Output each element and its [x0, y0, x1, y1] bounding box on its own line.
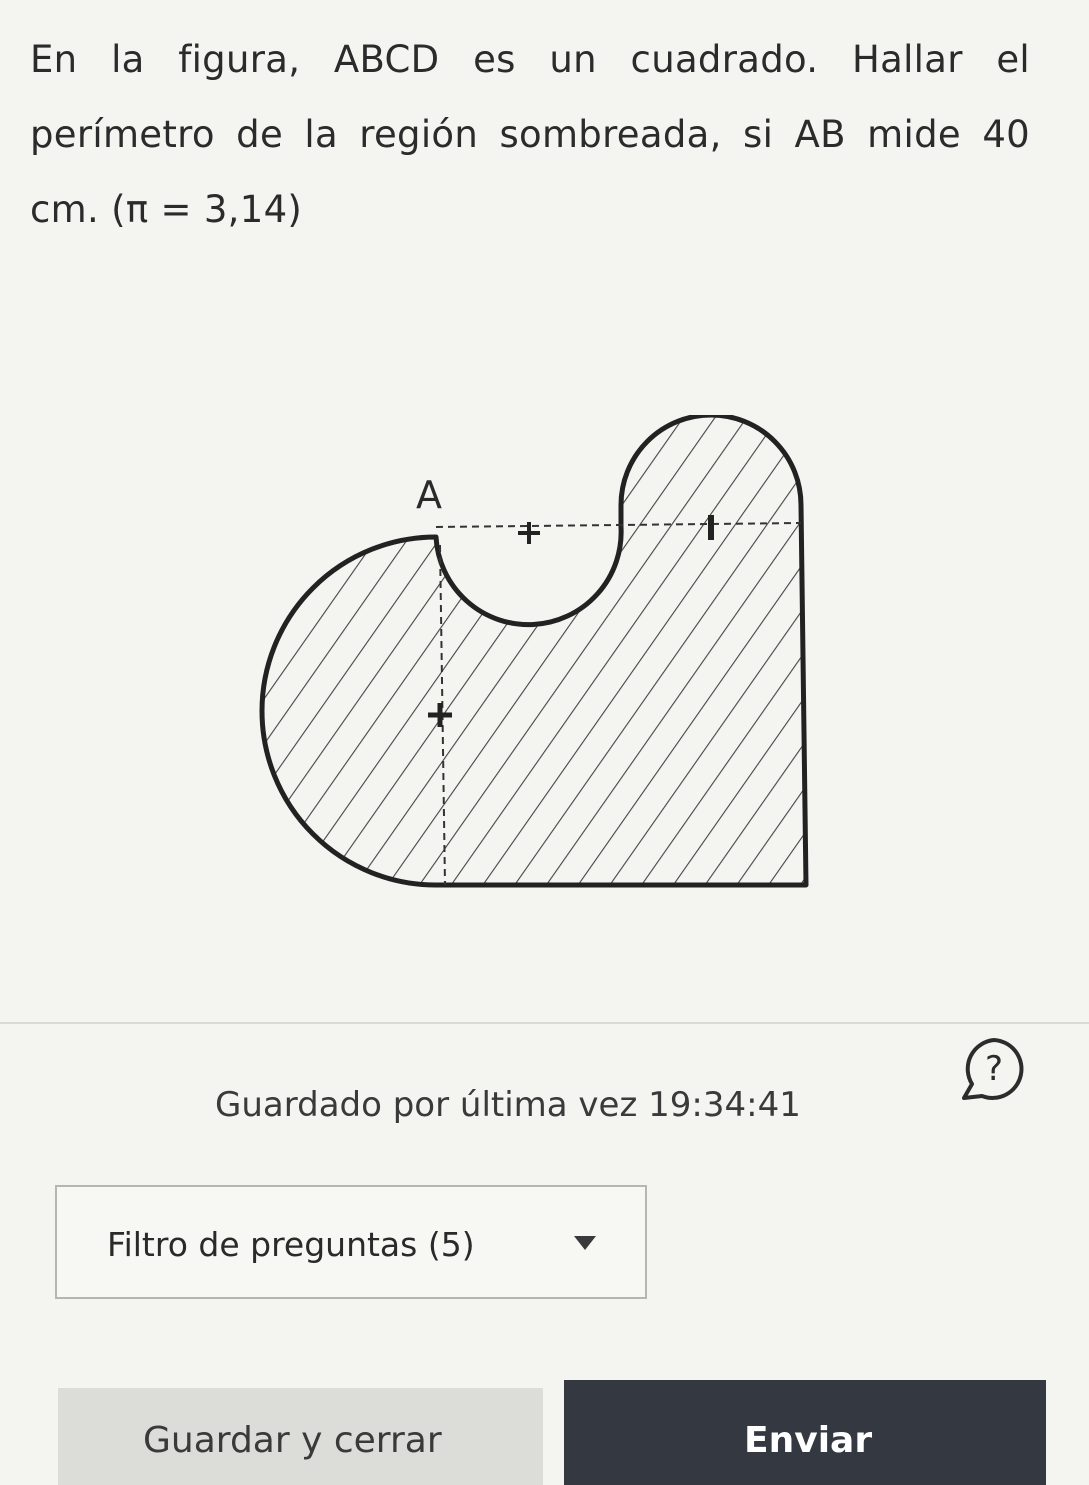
question-text: En la figura, ABCD es un cuadrado. Halla…: [30, 38, 1030, 231]
divider: [0, 1022, 1089, 1024]
saved-label: Guardado por última vez: [215, 1085, 638, 1125]
shaded-region-diagram: A: [259, 415, 809, 888]
submit-label: Enviar: [744, 1420, 873, 1461]
geometry-figure: A: [240, 415, 820, 905]
vertex-label-a: A: [416, 473, 442, 517]
caret-down-icon: [574, 1236, 596, 1250]
save-and-close-button[interactable]: Guardar y cerrar: [58, 1388, 543, 1485]
svg-text:?: ?: [985, 1049, 1003, 1089]
shaded-region: [259, 415, 809, 888]
filter-label: Filtro de preguntas (5): [107, 1225, 475, 1264]
submit-button[interactable]: Enviar: [564, 1380, 1046, 1485]
question-bubble-icon[interactable]: ?: [958, 1036, 1030, 1102]
last-saved-status: Guardado por última vez 19:34:41: [215, 1085, 801, 1125]
saved-time: 19:34:41: [648, 1085, 801, 1125]
question-filter-dropdown[interactable]: Filtro de preguntas (5): [55, 1185, 647, 1299]
save-and-close-label: Guardar y cerrar: [143, 1420, 442, 1461]
